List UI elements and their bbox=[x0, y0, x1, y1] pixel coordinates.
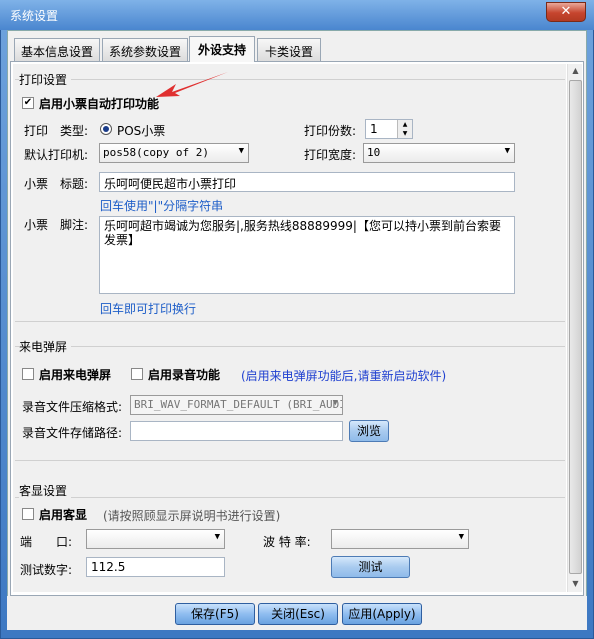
caller-popup-bottom-divider bbox=[15, 460, 565, 461]
storage-path-input[interactable] bbox=[130, 421, 343, 441]
window-title: 系统设置 bbox=[10, 9, 59, 23]
storage-path-label: 录音文件存储路径: bbox=[22, 426, 123, 440]
copies-value: 1 bbox=[370, 122, 378, 136]
enable-display-label: 启用客显 bbox=[39, 508, 88, 522]
vertical-scrollbar[interactable]: ▲ ▼ bbox=[567, 64, 582, 592]
scroll-up-icon[interactable]: ▲ bbox=[568, 64, 583, 78]
red-annotation-arrow-icon bbox=[156, 72, 228, 97]
baud-select[interactable]: ▼ bbox=[331, 529, 469, 549]
enable-popup-label: 启用来电弹屏 bbox=[39, 368, 112, 382]
display-hint: (请按照顾显示屏说明书进行设置) bbox=[103, 509, 281, 523]
default-printer-label: 默认打印机: bbox=[24, 148, 89, 162]
enable-recording-checkbox[interactable] bbox=[131, 368, 143, 380]
baud-label: 波 特 率: bbox=[263, 535, 311, 549]
test-button[interactable]: 测试 bbox=[331, 556, 410, 578]
enable-ticket-print-label: 启用小票自动打印功能 bbox=[39, 97, 160, 111]
copies-spinner[interactable]: 1 ▲ ▼ bbox=[365, 119, 413, 139]
print-settings-title: 打印设置 bbox=[19, 71, 72, 88]
tab-peripherals[interactable]: 外设支持 bbox=[189, 36, 255, 62]
chevron-down-icon: ▼ bbox=[458, 532, 464, 542]
print-width-label: 打印宽度: bbox=[304, 148, 357, 162]
default-printer-value: pos58(copy of 2) bbox=[103, 146, 209, 159]
ticket-footer-textarea[interactable]: 乐呵呵超市竭诚为您服务|,服务热线88889999|【您可以持小票到前台索要发票… bbox=[99, 216, 515, 294]
enable-display-checkbox[interactable] bbox=[22, 508, 34, 520]
footer-newline-hint: 回车即可打印换行 bbox=[100, 302, 197, 316]
tab-system-params[interactable]: 系统参数设置 bbox=[102, 38, 188, 61]
customer-display-divider bbox=[15, 497, 565, 498]
scroll-content: 打印设置 ✔ 启用小票自动打印功能 打印 类型: POS小票 打印份数: 1 ▲… bbox=[13, 64, 566, 592]
close-window-button[interactable]: ✕ bbox=[546, 2, 586, 22]
pos-ticket-radio-label: POS小票 bbox=[117, 124, 166, 138]
restart-hint: (启用来电弹屏功能后,请重新启动软件) bbox=[241, 369, 447, 383]
compress-format-label: 录音文件压缩格式: bbox=[22, 400, 123, 414]
print-width-select[interactable]: 10 ▼ bbox=[363, 143, 515, 163]
spinner-arrows-icon[interactable]: ▲ ▼ bbox=[397, 120, 412, 138]
tab-card-settings[interactable]: 卡类设置 bbox=[257, 38, 321, 61]
print-settings-divider bbox=[15, 79, 565, 80]
ticket-title-label: 小票 标题: bbox=[24, 177, 89, 191]
save-button[interactable]: 保存(F5) bbox=[175, 603, 255, 625]
ticket-title-input[interactable]: 乐呵呵便民超市小票打印 bbox=[99, 172, 515, 192]
compress-format-value: BRI_WAV_FORMAT_DEFAULT (BRI_AUDI bbox=[134, 398, 343, 411]
default-printer-select[interactable]: pos58(copy of 2) ▼ bbox=[99, 143, 249, 163]
title-separator-hint: 回车使用"|"分隔字符串 bbox=[100, 199, 224, 213]
test-number-label: 测试数字: bbox=[20, 563, 73, 577]
enable-popup-checkbox[interactable] bbox=[22, 368, 34, 380]
print-settings-bottom-divider bbox=[15, 321, 565, 322]
port-select[interactable]: ▼ bbox=[86, 529, 225, 549]
pos-ticket-radio[interactable] bbox=[100, 123, 112, 135]
ticket-footer-label: 小票 脚注: bbox=[24, 218, 89, 232]
customer-display-title: 客显设置 bbox=[19, 482, 72, 499]
close-button[interactable]: 关闭(Esc) bbox=[258, 603, 338, 625]
chevron-down-icon: ▼ bbox=[214, 532, 220, 542]
title-bar bbox=[0, 0, 594, 30]
browse-button[interactable]: 浏览 bbox=[349, 420, 389, 442]
port-label: 端 口: bbox=[20, 535, 73, 549]
compress-format-select[interactable]: BRI_WAV_FORMAT_DEFAULT (BRI_AUDI ▼ bbox=[130, 395, 343, 415]
print-width-value: 10 bbox=[367, 146, 381, 159]
apply-button[interactable]: 应用(Apply) bbox=[342, 603, 422, 625]
chevron-down-icon: ▼ bbox=[238, 146, 244, 156]
copies-label: 打印份数: bbox=[304, 124, 357, 138]
scroll-down-icon[interactable]: ▼ bbox=[568, 577, 583, 591]
print-type-label: 打印 类型: bbox=[24, 124, 89, 138]
chevron-down-icon: ▼ bbox=[332, 398, 338, 408]
chevron-down-icon: ▼ bbox=[504, 146, 510, 156]
caller-popup-title: 来电弹屏 bbox=[19, 338, 72, 355]
test-number-input[interactable]: 112.5 bbox=[86, 557, 225, 577]
tab-basic-info[interactable]: 基本信息设置 bbox=[14, 38, 100, 61]
enable-recording-label: 启用录音功能 bbox=[148, 368, 221, 382]
caller-popup-divider bbox=[15, 346, 565, 347]
scrollbar-thumb[interactable] bbox=[569, 80, 582, 574]
enable-ticket-print-checkbox[interactable]: ✔ bbox=[22, 97, 34, 109]
